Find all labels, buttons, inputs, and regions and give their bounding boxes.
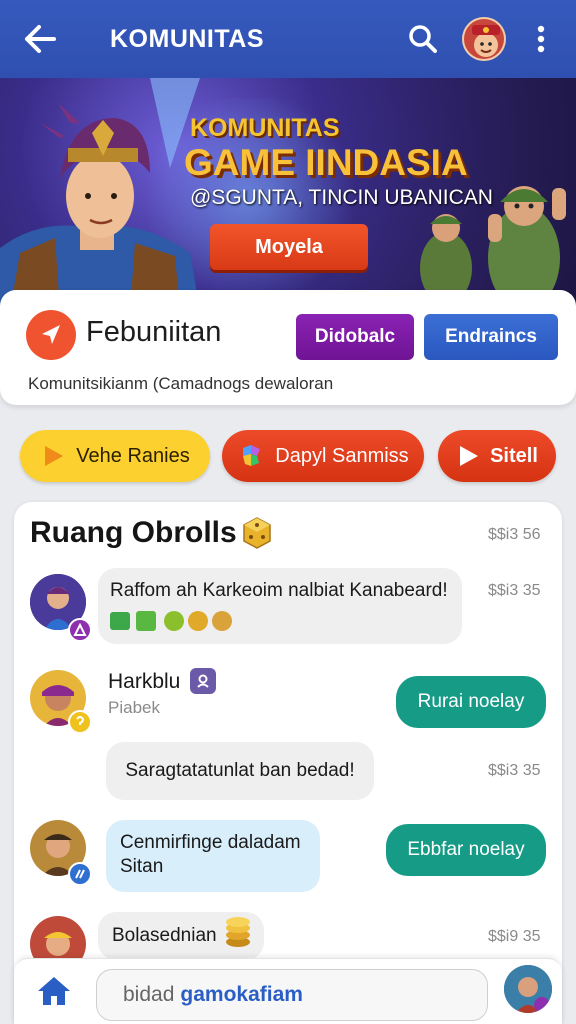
message-time: $$i3 35 — [488, 762, 541, 779]
community-name: Febuniitan — [86, 316, 222, 348]
banner-title-1: KOMUNITAS — [190, 114, 340, 142]
reply-text: Rurai noelay — [417, 691, 525, 712]
hero-character-image — [0, 78, 200, 310]
app-bar: KOMUNITAS — [0, 0, 576, 78]
reply-text: Ebbfar noelay — [407, 839, 525, 860]
verified-icon — [190, 668, 216, 694]
search-button[interactable] — [388, 0, 458, 78]
message-bubble: Saragtatatunlat ban bedad! — [106, 742, 374, 800]
community-secondary-button[interactable]: Endraincs — [424, 314, 558, 360]
emoji-reactions-icon — [110, 611, 232, 631]
message-text: Saragtatatunlat ban bedad! — [125, 760, 355, 781]
chat-title-time: $$i3 56 — [488, 526, 541, 543]
navigation-arrow-icon — [42, 325, 60, 344]
chip-sitell[interactable]: Sitell — [438, 430, 556, 482]
badge-icon — [68, 710, 92, 734]
chat-title: Ruang Obrolls — [30, 516, 237, 549]
community-primary-button[interactable]: Didobalc — [296, 314, 414, 360]
dice-icon — [243, 517, 271, 549]
puzzle-icon — [243, 445, 261, 466]
bottom-composer-bar: bidad gamokafiam — [14, 958, 562, 1024]
message-time: $$i9 35 — [488, 928, 541, 945]
back-button[interactable] — [0, 0, 80, 78]
input-prefix: bidad — [123, 983, 175, 1006]
message-text-line-2: Sitan — [120, 856, 164, 877]
chat-room-panel: Ruang Obrolls $$i3 56 Raffom ah Karkeoim… — [14, 502, 562, 1024]
hero-banner: KOMUNITAS GAME IINDASIA @SGUNTA, TINCIN … — [0, 78, 576, 310]
soldier-characters-image — [420, 186, 566, 310]
community-logo — [26, 310, 76, 360]
arrow-left-icon — [25, 25, 56, 53]
more-menu-button[interactable] — [506, 0, 576, 78]
chip-label: Vehe Ranies — [76, 444, 190, 467]
message-text: Raffom ah Karkeoim nalbiat Kanabeard! — [110, 580, 448, 601]
more-vertical-icon — [537, 25, 545, 53]
input-highlight: gamokafiam — [180, 983, 303, 1006]
message-text: Bolasednian — [112, 925, 217, 946]
user-avatar[interactable] — [462, 17, 506, 61]
message-text-line-1: Cenmirfinge daladam — [120, 832, 301, 853]
message-bubble: Raffom ah Karkeoim nalbiat Kanabeard! — [98, 568, 462, 644]
message-input[interactable]: bidad gamokafiam — [96, 969, 488, 1021]
home-button[interactable] — [36, 975, 72, 1012]
badge-icon — [68, 862, 92, 886]
search-icon — [409, 25, 437, 53]
reply-bubble[interactable]: Ebbfar noelay — [386, 824, 546, 876]
chip-label: Sitell — [490, 444, 538, 467]
banner-cta-button[interactable]: Moyela — [210, 224, 368, 270]
coins-icon — [226, 917, 250, 947]
avatar-image — [504, 965, 552, 1013]
chip-label: Dapyl Sanmiss — [275, 444, 409, 467]
chip-dapyl-sanmiss[interactable]: Dapyl Sanmiss — [222, 430, 424, 482]
message-time: $$i3 35 — [488, 582, 541, 599]
chip-vehe-ranies[interactable]: Vehe Ranies — [20, 430, 210, 482]
author-subtitle: Piabek — [108, 698, 160, 717]
avatar-face-icon — [464, 19, 504, 59]
play-icon — [45, 446, 64, 466]
reply-bubble[interactable]: Rurai noelay — [396, 676, 546, 728]
community-card: Febuniitan Didobalc Endraincs Komunitsik… — [0, 290, 576, 405]
author-name: Harkblu — [108, 670, 181, 693]
badge-icon — [68, 618, 92, 642]
home-icon — [38, 977, 70, 1005]
app-title: KOMUNITAS — [110, 24, 265, 53]
play-icon — [460, 446, 479, 466]
community-description: Komunitsikianm (Camadnogs dewaloran — [28, 374, 334, 393]
current-user-avatar[interactable] — [504, 965, 552, 1013]
message-bubble: Cenmirfinge daladam Sitan — [106, 820, 320, 892]
